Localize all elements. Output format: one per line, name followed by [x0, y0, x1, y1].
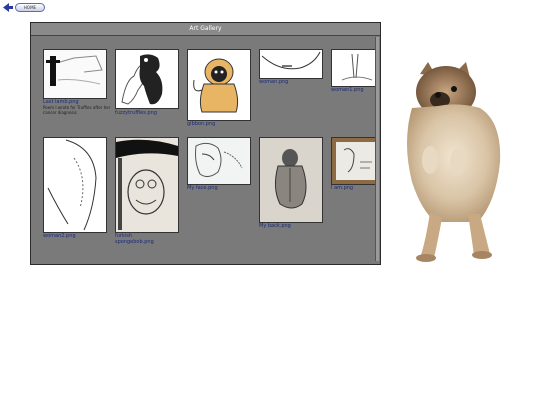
caption-gibbon[interactable]: gibbon.png: [187, 121, 215, 127]
thumbnail-my-face[interactable]: [187, 137, 251, 185]
thumbnail-furkish-spongebob[interactable]: [115, 137, 179, 233]
gallery-scrollbar[interactable]: [375, 37, 379, 261]
caption-furkish-spongebob[interactable]: furkish spongebob.png: [115, 233, 154, 245]
thumbnail-woman1[interactable]: [331, 49, 375, 87]
thumbnail-fuzzytruffles[interactable]: [115, 49, 179, 109]
gallery-title: Art Gallery: [31, 23, 380, 36]
art-gallery-window: Art Gallery Last lamb.png Poem I wrote f…: [30, 22, 381, 265]
caption-my-face[interactable]: My face.png: [187, 185, 218, 191]
gallery-grid: Last lamb.png Poem I wrote for Truffles …: [33, 37, 375, 261]
home-button[interactable]: HOME: [15, 3, 45, 12]
thumbnail-woman[interactable]: [259, 49, 323, 79]
caption-woman2[interactable]: woman2.png: [43, 233, 76, 239]
thumbnail-gibbon[interactable]: [187, 49, 251, 121]
caption-fuzzytruffles[interactable]: fuzzytruffles.png: [115, 110, 157, 116]
pomeranian-photo: [407, 62, 501, 262]
caption-my-back[interactable]: My back.png: [259, 223, 291, 229]
caption-woman[interactable]: woman.png: [259, 79, 288, 85]
caption-woman1[interactable]: woman1.png: [331, 87, 364, 93]
caption-i-am[interactable]: I am.png: [331, 185, 353, 191]
thumbnail-last-lamb[interactable]: [43, 49, 107, 99]
thumbnail-my-back[interactable]: [259, 137, 323, 223]
back-arrow-icon[interactable]: [3, 3, 13, 12]
thumbnail-i-am[interactable]: [331, 137, 375, 185]
description-last-lamb: Poem I wrote for Truffles after her canc…: [43, 105, 111, 115]
thumbnail-woman2[interactable]: [43, 137, 107, 233]
